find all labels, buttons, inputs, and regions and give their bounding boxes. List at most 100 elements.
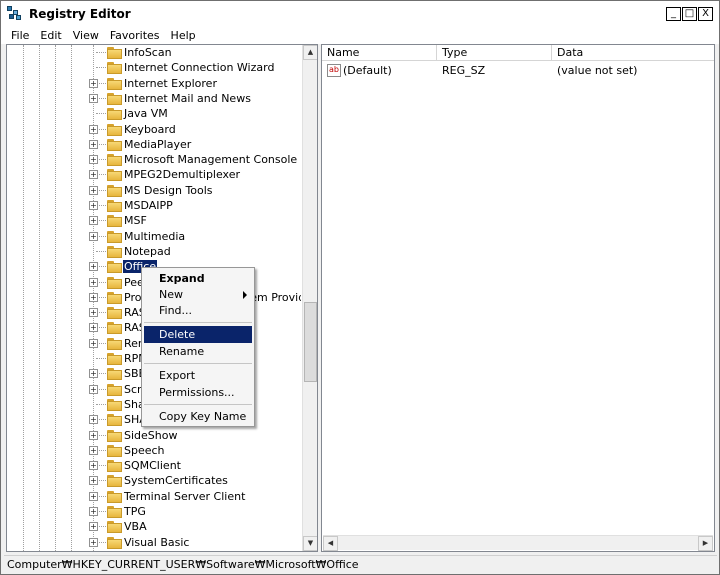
- tree-item[interactable]: + Multimedia: [7, 229, 301, 244]
- tree-item[interactable]: + Internet Mail and News: [7, 91, 301, 106]
- menu-separator: [144, 322, 252, 323]
- tree-item[interactable]: + Internet Explorer: [7, 76, 301, 91]
- scroll-thumb[interactable]: [304, 302, 317, 382]
- expand-plus-icon[interactable]: +: [89, 491, 98, 501]
- tree-item-label: Internet Connection Wizard: [124, 61, 275, 75]
- tree-connector-line: [96, 250, 106, 252]
- column-header-type[interactable]: Type: [437, 45, 552, 61]
- tree-item[interactable]: + MediaPlayer: [7, 137, 301, 152]
- menu-view[interactable]: View: [73, 29, 99, 42]
- folder-icon: [107, 154, 122, 167]
- expand-plus-icon[interactable]: +: [89, 78, 98, 88]
- expand-plus-icon[interactable]: +: [89, 537, 98, 547]
- tree-item[interactable]: + Keyboard: [7, 122, 301, 137]
- folder-icon: [107, 62, 122, 75]
- expand-plus-icon[interactable]: +: [89, 415, 98, 425]
- tree-item[interactable]: + MS Design Tools: [7, 183, 301, 198]
- expand-plus-icon[interactable]: +: [89, 277, 98, 287]
- expand-plus-icon[interactable]: +: [89, 445, 98, 455]
- close-button[interactable]: X: [698, 7, 713, 21]
- context-menu-copy-key-name[interactable]: Copy Key Name: [144, 408, 252, 425]
- folder-icon: [107, 506, 122, 518]
- value-name: (Default): [343, 64, 392, 77]
- scroll-up-icon[interactable]: ▲: [303, 45, 317, 60]
- expand-plus-icon[interactable]: +: [89, 201, 98, 210]
- expand-plus-icon[interactable]: +: [89, 308, 98, 318]
- maximize-button[interactable]: □: [682, 7, 697, 21]
- tree-item-label: Keyboard: [124, 122, 176, 136]
- column-header-name[interactable]: Name: [322, 45, 437, 61]
- context-menu-permissions[interactable]: Permissions...: [144, 384, 252, 401]
- tree-item[interactable]: + Speech: [7, 443, 301, 458]
- list-item[interactable]: ab (Default) REG_SZ (value not set): [322, 62, 714, 79]
- expand-plus-icon[interactable]: +: [89, 292, 98, 302]
- expand-plus-icon[interactable]: +: [89, 384, 98, 394]
- folder-icon: [107, 108, 122, 121]
- context-menu-export[interactable]: Export: [144, 367, 252, 384]
- tree-item[interactable]: + MPEG2Demultiplexer: [7, 167, 301, 182]
- menu-help[interactable]: Help: [171, 29, 196, 42]
- expand-plus-icon[interactable]: +: [89, 430, 98, 440]
- context-menu-find[interactable]: Find...: [144, 302, 252, 319]
- tree-item-label: Java VM: [124, 107, 168, 121]
- expand-plus-icon[interactable]: +: [89, 323, 98, 333]
- folder-icon: [107, 521, 122, 534]
- tree-item[interactable]: InfoScan: [7, 45, 301, 60]
- expand-plus-icon[interactable]: +: [89, 262, 98, 272]
- expand-plus-icon[interactable]: +: [89, 461, 98, 471]
- values-list-pane[interactable]: Name Type Data ab (Default) REG_SZ (valu…: [321, 44, 715, 552]
- expand-plus-icon[interactable]: +: [89, 93, 98, 103]
- tree-item-label: Microsoft Management Console: [124, 153, 298, 167]
- expand-plus-icon[interactable]: +: [89, 476, 98, 486]
- tree-item[interactable]: + VBA: [7, 519, 301, 534]
- tree-item[interactable]: + SideShow: [7, 428, 301, 443]
- scroll-down-icon[interactable]: ▼: [303, 536, 317, 551]
- tree-connector-line: [96, 52, 106, 53]
- value-data: (value not set): [557, 64, 638, 77]
- expand-plus-icon[interactable]: +: [89, 124, 98, 134]
- expand-plus-icon[interactable]: +: [89, 139, 98, 149]
- menu-file[interactable]: File: [11, 29, 29, 42]
- tree-item[interactable]: + Visual Basic: [7, 535, 301, 550]
- minimize-button[interactable]: _: [666, 7, 681, 21]
- folder-icon: [107, 261, 122, 274]
- context-menu-delete[interactable]: Delete: [144, 326, 252, 343]
- expand-plus-icon[interactable]: +: [89, 338, 98, 348]
- menu-separator: [144, 363, 252, 364]
- expand-plus-icon[interactable]: +: [89, 507, 98, 516]
- tree-item-label: MPEG2Demultiplexer: [124, 168, 241, 182]
- title-bar[interactable]: Registry Editor _ □ X: [1, 1, 719, 27]
- scroll-left-icon[interactable]: ◀: [323, 536, 338, 551]
- tree-item[interactable]: Java VM: [7, 106, 301, 121]
- tree-item-label: SQMClient: [124, 459, 181, 473]
- menu-favorites[interactable]: Favorites: [110, 29, 160, 42]
- tree-item[interactable]: + Microsoft Management Console: [7, 152, 301, 167]
- column-header-data[interactable]: Data: [552, 45, 714, 61]
- expand-plus-icon[interactable]: +: [89, 155, 98, 165]
- folder-icon: [107, 123, 122, 136]
- tree-item[interactable]: + SQMClient: [7, 458, 301, 473]
- menu-edit[interactable]: Edit: [40, 29, 61, 42]
- tree-item[interactable]: Notepad: [7, 244, 301, 259]
- tree-item[interactable]: + SystemCertificates: [7, 473, 301, 488]
- context-menu-new[interactable]: New: [144, 286, 252, 303]
- tree-vertical-scrollbar[interactable]: ▲ ▼: [302, 45, 317, 551]
- expand-plus-icon[interactable]: +: [89, 185, 98, 195]
- tree-item[interactable]: + MSF: [7, 213, 301, 228]
- folder-icon: [107, 138, 122, 151]
- tree-item[interactable]: + Terminal Server Client: [7, 489, 301, 504]
- context-menu-rename[interactable]: Rename: [144, 343, 252, 360]
- expand-plus-icon[interactable]: +: [89, 522, 98, 532]
- tree-item[interactable]: + MSDAIPP: [7, 198, 301, 213]
- registry-editor-icon: [7, 6, 25, 22]
- tree-item[interactable]: Internet Connection Wizard: [7, 60, 301, 75]
- expand-plus-icon[interactable]: +: [89, 231, 98, 241]
- context-menu-expand[interactable]: Expand: [144, 270, 252, 287]
- expand-plus-icon[interactable]: +: [89, 216, 98, 226]
- scroll-right-icon[interactable]: ▶: [698, 536, 713, 551]
- list-horizontal-scrollbar[interactable]: ◀ ▶: [323, 535, 713, 551]
- expand-plus-icon[interactable]: +: [89, 170, 98, 180]
- tree-item[interactable]: + TPG: [7, 504, 301, 519]
- expand-plus-icon[interactable]: +: [89, 369, 98, 379]
- folder-icon: [107, 444, 122, 457]
